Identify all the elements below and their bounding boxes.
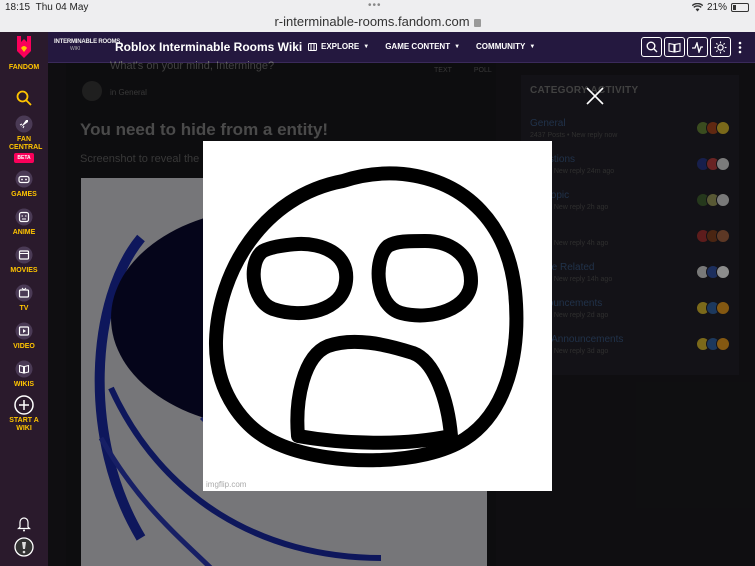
- chevron-down-icon: ▼: [454, 43, 461, 50]
- wiki-logo[interactable]: INTERMINABLE ROOMS WIKI: [54, 39, 120, 53]
- scared-face-drawing: [208, 166, 524, 468]
- user-menu-button[interactable]: [0, 537, 48, 559]
- rail-label: ANIME: [12, 229, 36, 236]
- activity-icon: [692, 41, 703, 53]
- rail-label: FAN CENTRAL: [9, 136, 43, 151]
- battery-percent: 21%: [706, 2, 727, 13]
- battery-icon: [731, 3, 749, 12]
- status-indicators: 21%: [691, 2, 749, 13]
- wiki-logo-text: INTERMINABLE ROOMS: [54, 39, 121, 45]
- nav-menu-label: GAME CONTENT: [385, 42, 451, 51]
- gamepad-icon: [14, 169, 34, 189]
- rail-label: FANDOM: [8, 64, 40, 71]
- explore-icon: [308, 42, 317, 51]
- rail-label: TV: [19, 305, 29, 312]
- search-button[interactable]: [641, 37, 662, 57]
- lightbox-close-button[interactable]: [585, 86, 605, 106]
- wifi-icon: [691, 3, 703, 12]
- wiki-title[interactable]: Roblox Interminable Rooms Wiki: [115, 40, 302, 54]
- search-icon: [646, 41, 657, 53]
- search-icon: [14, 88, 34, 108]
- rail-item-search[interactable]: [0, 88, 48, 110]
- activity-button[interactable]: [687, 37, 708, 57]
- plus-circle-icon: [14, 395, 34, 415]
- rail-label: VIDEO: [13, 343, 35, 350]
- reader-button[interactable]: [664, 37, 685, 57]
- rail-item-fandom[interactable]: FANDOM: [0, 36, 48, 72]
- anime-face-icon: [14, 207, 34, 227]
- tv-icon: [14, 283, 34, 303]
- rail-item-movies[interactable]: MOVIES: [0, 245, 48, 275]
- clapperboard-icon: [14, 245, 34, 265]
- nav-menu-label: COMMUNITY: [476, 42, 526, 51]
- more-button[interactable]: [733, 37, 747, 57]
- theme-icon: [714, 41, 727, 53]
- rail-item-start-a-wiki[interactable]: START A WIKI: [0, 395, 48, 433]
- nav-menu-game-content[interactable]: GAME CONTENT ▼: [385, 42, 460, 51]
- wiki-nav-menu: EXPLORE ▼ GAME CONTENT ▼ COMMUNITY ▼: [308, 42, 535, 51]
- rocket-icon: [14, 114, 34, 134]
- rail-label: MOVIES: [10, 267, 38, 274]
- more-icon: [738, 41, 742, 53]
- rail-label: GAMES: [11, 191, 37, 198]
- chevron-down-icon: ▼: [363, 43, 370, 50]
- device-status-bar: 18:15 Thu 04 May ••• r-interminable-room…: [0, 0, 755, 32]
- rail-item-video[interactable]: VIDEO: [0, 321, 48, 351]
- rail-item-wikis[interactable]: WIKIS: [0, 359, 48, 389]
- wiki-tools: [641, 37, 747, 57]
- image-watermark: imgflip.com: [206, 480, 247, 489]
- beta-badge: BETA: [14, 153, 34, 163]
- rail-item-games[interactable]: GAMES: [0, 169, 48, 199]
- multitask-dots-icon[interactable]: •••: [368, 1, 382, 11]
- nav-menu-label: EXPLORE: [321, 42, 360, 51]
- book-icon: [14, 359, 34, 379]
- chevron-down-icon: ▼: [529, 43, 536, 50]
- rail-label: START A WIKI: [9, 417, 39, 432]
- fandom-logo-icon: [14, 36, 34, 58]
- bell-icon: [14, 514, 34, 534]
- theme-toggle-button[interactable]: [710, 37, 731, 57]
- wiki-logo-sub: WIKI: [70, 46, 81, 52]
- rail-label: WIKIS: [13, 381, 35, 388]
- user-avatar-icon: [14, 537, 34, 557]
- close-icon: [586, 87, 604, 105]
- nav-menu-community[interactable]: COMMUNITY ▼: [476, 42, 535, 51]
- rail-item-fan-central[interactable]: FAN CENTRAL BETA: [0, 114, 48, 163]
- play-icon: [14, 321, 34, 341]
- address-bar[interactable]: r-interminable-rooms.fandom.com: [0, 14, 755, 29]
- rail-item-tv[interactable]: TV: [0, 283, 48, 313]
- lock-icon: [473, 19, 481, 27]
- rail-item-anime[interactable]: ANIME: [0, 207, 48, 237]
- status-time: 18:15 Thu 04 May: [5, 2, 89, 13]
- reader-icon: [668, 42, 681, 53]
- notifications-button[interactable]: [0, 514, 48, 536]
- nav-menu-explore[interactable]: EXPLORE ▼: [308, 42, 369, 51]
- wiki-nav-bar: INTERMINABLE ROOMS WIKI Roblox Intermina…: [48, 32, 755, 63]
- url-text: r-interminable-rooms.fandom.com: [274, 14, 470, 29]
- fandom-global-rail: FANDOM FAN CENTRAL BETA GAMES ANIME MOVI…: [0, 32, 48, 566]
- lightbox-image[interactable]: imgflip.com: [203, 141, 552, 491]
